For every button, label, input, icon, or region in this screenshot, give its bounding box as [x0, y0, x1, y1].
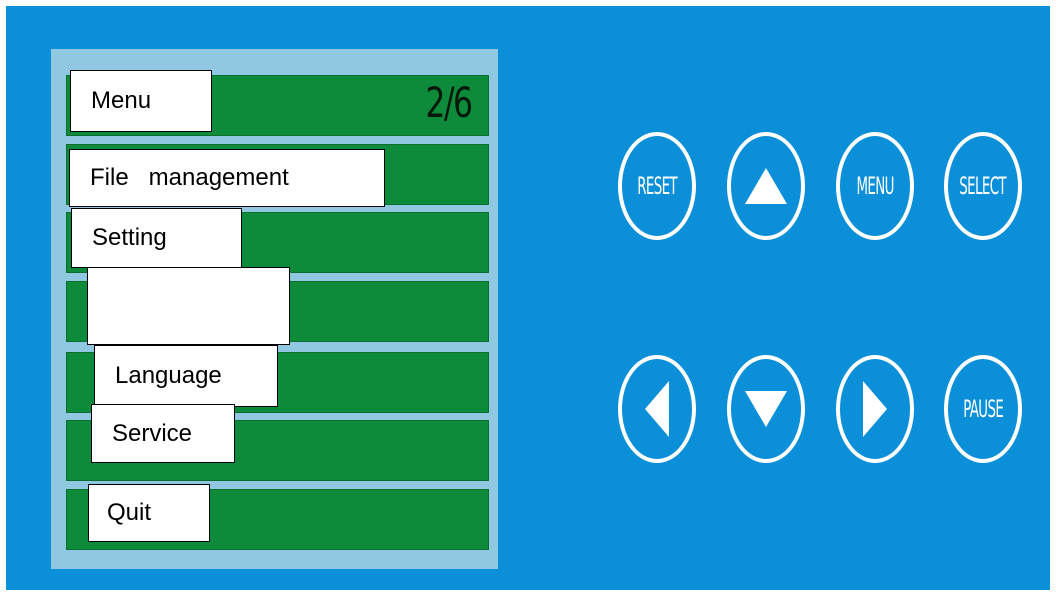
- menu-item-service[interactable]: Service: [91, 404, 235, 463]
- down-button[interactable]: [727, 355, 805, 463]
- select-label: SELECT: [959, 172, 1007, 200]
- menu-item-file-management[interactable]: File management: [69, 149, 385, 207]
- right-button[interactable]: [836, 355, 914, 463]
- device-panel: 2/6 Menu File management Setting Languag…: [6, 6, 1050, 590]
- reset-label: RESET: [637, 172, 677, 200]
- select-button[interactable]: SELECT: [944, 132, 1022, 240]
- right-arrow-icon: [863, 381, 887, 437]
- left-arrow-icon: [645, 381, 669, 437]
- menu-label: MENU: [856, 172, 894, 200]
- menu-button[interactable]: MENU: [836, 132, 914, 240]
- menu-item-setting[interactable]: Setting: [71, 208, 242, 268]
- menu-title: Menu: [70, 70, 212, 132]
- up-arrow-icon: [745, 168, 787, 204]
- left-button[interactable]: [618, 355, 696, 463]
- pause-button[interactable]: PAUSE: [944, 355, 1022, 463]
- menu-item-language[interactable]: Language: [94, 345, 278, 407]
- page-indicator: 2/6: [425, 78, 474, 127]
- menu-item-blank[interactable]: [87, 267, 290, 345]
- reset-button[interactable]: RESET: [618, 132, 696, 240]
- pause-label: PAUSE: [963, 395, 1004, 423]
- down-arrow-icon: [745, 391, 787, 427]
- up-button[interactable]: [727, 132, 805, 240]
- menu-item-quit[interactable]: Quit: [88, 484, 210, 542]
